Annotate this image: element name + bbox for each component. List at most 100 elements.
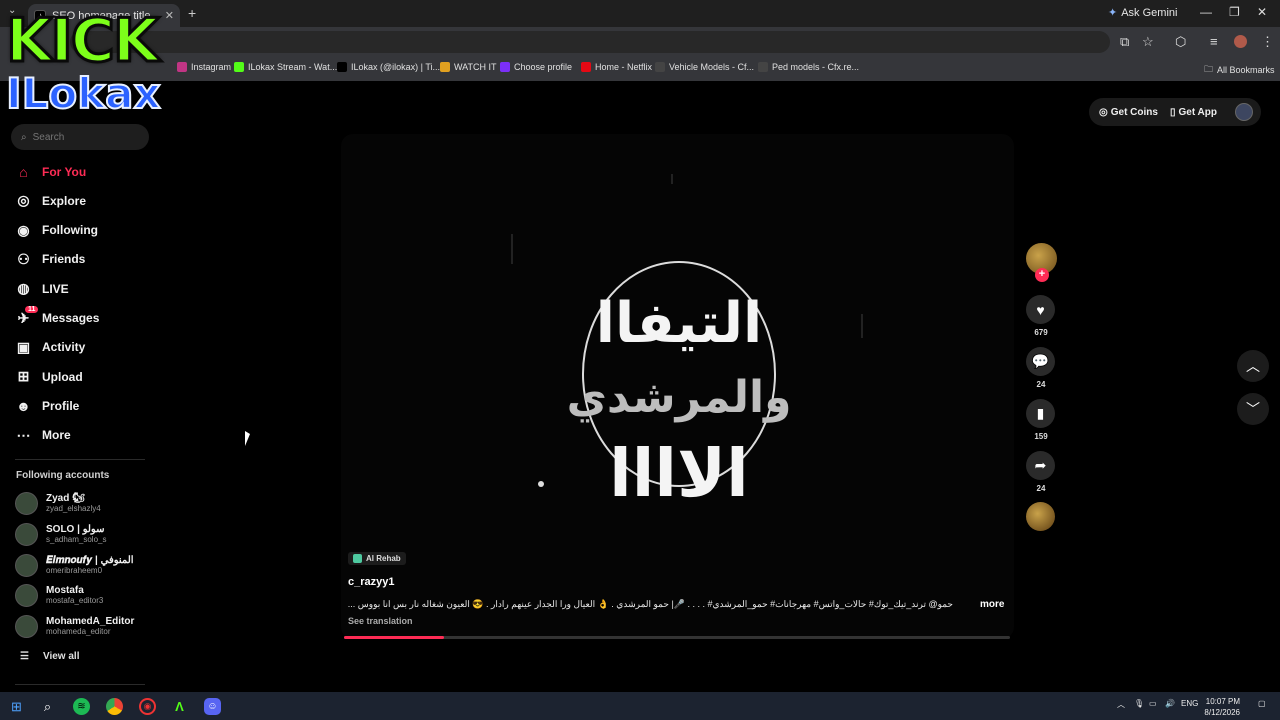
effect-tag[interactable]: Al Rehab (348, 552, 406, 565)
get-app-button[interactable]: ▯ Get App (1170, 107, 1217, 118)
top-actions: ◎ Get Coins ▯ Get App (1089, 98, 1261, 126)
following-account[interactable]: Mostafa mostafa_editor3 (15, 584, 103, 608)
messages-badge: 11 (25, 305, 39, 313)
extensions-icon[interactable]: ⬡ (1175, 34, 1186, 50)
search-input[interactable] (32, 131, 133, 143)
chrome-icon[interactable] (106, 698, 123, 715)
sidebar-item-explore[interactable]: ◎ Explore (15, 192, 86, 209)
music-disc-icon[interactable] (1026, 502, 1055, 531)
sidebar-item-messages[interactable]: ✈ 11 Messages (15, 305, 99, 327)
sidebar-item-for-you[interactable]: ⌂ For You (15, 163, 86, 180)
microphone-icon[interactable]: 🎙 (1134, 699, 1144, 708)
bookmark-item[interactable]: ILokax (@ilokax) | Ti... (337, 62, 440, 72)
menu-dots-icon[interactable]: ⋮ (1261, 34, 1274, 50)
windows-start-icon[interactable]: ⊞ (8, 698, 25, 715)
see-translation-button[interactable]: See translation (348, 616, 413, 626)
address-bar[interactable] (70, 31, 1110, 53)
video-player[interactable]: التيفاا والمرشدي الاااا (341, 134, 1014, 639)
taskbar-search-icon[interactable]: ⌕ (39, 698, 56, 715)
new-tab-button[interactable]: + (188, 5, 196, 21)
share-arrow-icon[interactable]: ➦ (1026, 451, 1055, 480)
minimize-icon[interactable]: — (1200, 5, 1212, 19)
messages-icon: ✈ 11 (15, 305, 39, 327)
video-author[interactable]: c_razyy1 (348, 576, 395, 588)
bookmark-icon[interactable]: ▮ (1026, 399, 1055, 428)
video-progress-bar[interactable] (344, 636, 1010, 639)
taskbar-clock[interactable]: 10:07 PM 8/12/2026 (1196, 696, 1240, 718)
user-avatar[interactable] (1235, 103, 1253, 121)
bookmark-favicon-icon (758, 62, 768, 72)
bookmark-label: WATCH IT (454, 62, 497, 72)
media-controls-icon[interactable]: ≡ (1210, 34, 1218, 49)
network-icon[interactable]: ▭ (1149, 699, 1157, 708)
bookmark-favicon-icon (655, 62, 665, 72)
video-caption: حمو@ ترند_تيك_توك# حالات_واتس# مهرجانات#… (348, 599, 953, 609)
following-account[interactable]: MohamedA_Editor mohameda_editor (15, 615, 134, 639)
sidebar-item-following[interactable]: ◉ Following (15, 222, 98, 239)
account-name: Mostafa (46, 585, 84, 597)
avatar (15, 522, 38, 546)
ask-gemini-button[interactable]: ✦ Ask Gemini (1108, 6, 1177, 20)
effect-label: Al Rehab (366, 554, 401, 563)
activity-icon: ▣ (16, 338, 31, 355)
bookmark-favicon-icon (500, 62, 510, 72)
heart-icon[interactable]: ♥ (1026, 295, 1055, 324)
bookmark-item[interactable]: Ped models - Cfx.re... (758, 62, 859, 72)
profile-avatar-icon[interactable] (1234, 35, 1247, 48)
save-action[interactable]: ▮ 159 (1026, 399, 1056, 441)
like-action[interactable]: ♥ 679 (1026, 295, 1056, 337)
restore-icon[interactable]: ❐ (1229, 5, 1240, 19)
coin-icon: ◎ (1099, 106, 1108, 118)
sidebar-item-label: Activity (42, 340, 86, 355)
sidebar-item-label: Upload (42, 369, 83, 384)
next-video-button[interactable]: ﹀ (1237, 393, 1269, 425)
view-all-label: View all (42, 651, 80, 662)
following-account[interactable]: Zyad 🐿 zyad_elshazly4 (15, 492, 101, 515)
discord-icon[interactable]: ☺ (204, 698, 221, 715)
bookmark-item[interactable]: ILokax Stream - Wat... (234, 62, 337, 72)
comment-action[interactable]: 💬 24 (1026, 347, 1056, 389)
upload-icon: ⊞ (17, 368, 30, 385)
avatar (15, 615, 38, 639)
avatar (15, 553, 38, 577)
spotify-icon[interactable]: ≋ (73, 698, 90, 715)
cast-icon[interactable]: ⧉ (1120, 34, 1129, 50)
caption-more-button[interactable]: more (980, 599, 1004, 610)
kick-app-icon[interactable]: Λ (171, 698, 188, 715)
following-account[interactable]: SOLO | سولو s_adham_solo_s (15, 522, 106, 546)
get-coins-button[interactable]: ◎ Get Coins (1099, 107, 1158, 118)
view-all-button[interactable]: ☰ View all (20, 651, 79, 662)
sidebar-item-friends[interactable]: ⚇ Friends (15, 251, 85, 268)
bookmark-item[interactable]: WATCH IT (440, 62, 497, 72)
sidebar-item-live[interactable]: ◍ LIVE (15, 280, 68, 297)
tray-chevron-icon[interactable]: ︿ (1117, 699, 1125, 710)
notification-icon[interactable]: ▢ (1258, 699, 1266, 708)
bookmark-label: Vehicle Models - Cf... (669, 62, 755, 72)
video-frame-art: التيفاا والمرشدي الاااا (538, 261, 791, 512)
bookmark-item[interactable]: Home - Netflix (581, 62, 652, 72)
follow-plus-icon[interactable]: + (1035, 268, 1049, 282)
previous-video-button[interactable]: ︿ (1237, 350, 1269, 382)
comment-icon[interactable]: 💬 (1026, 347, 1055, 376)
bookmark-item[interactable]: Vehicle Models - Cf... (655, 62, 754, 72)
all-bookmarks-button[interactable]: 🗀 All Bookmarks (1204, 62, 1275, 78)
account-name: 𝑬𝒍𝒎𝒏𝒐𝒖𝒇𝒚 | المنوفي (46, 554, 134, 566)
obs-icon[interactable]: ◉ (139, 698, 156, 715)
following-account[interactable]: 𝑬𝒍𝒎𝒏𝒐𝒖𝒇𝒚 | المنوفي omeribraheem0 (15, 553, 134, 577)
sidebar-item-more[interactable]: ⋯ More (15, 427, 71, 444)
effect-icon (353, 554, 362, 563)
bookmark-item[interactable]: Choose profile (500, 62, 572, 72)
search-box[interactable]: ⌕ (11, 124, 149, 150)
close-window-icon[interactable]: ✕ (1257, 5, 1267, 19)
chevron-down-icon: ﹀ (1246, 401, 1260, 417)
volume-icon[interactable]: 🔊 (1165, 699, 1175, 708)
search-icon: ⌕ (21, 131, 27, 143)
sidebar-item-profile[interactable]: ☻ Profile (15, 397, 79, 414)
bookmark-star-icon[interactable]: ☆ (1142, 34, 1154, 50)
sidebar-item-activity[interactable]: ▣ Activity (15, 339, 85, 356)
account-handle: mohameda_editor (46, 627, 111, 637)
following-accounts-title: Following accounts (16, 470, 110, 481)
overlay-line-2: ILokax (5, 69, 162, 118)
sidebar-item-upload[interactable]: ⊞ Upload (15, 368, 83, 385)
share-action[interactable]: ➦ 24 (1026, 451, 1056, 493)
